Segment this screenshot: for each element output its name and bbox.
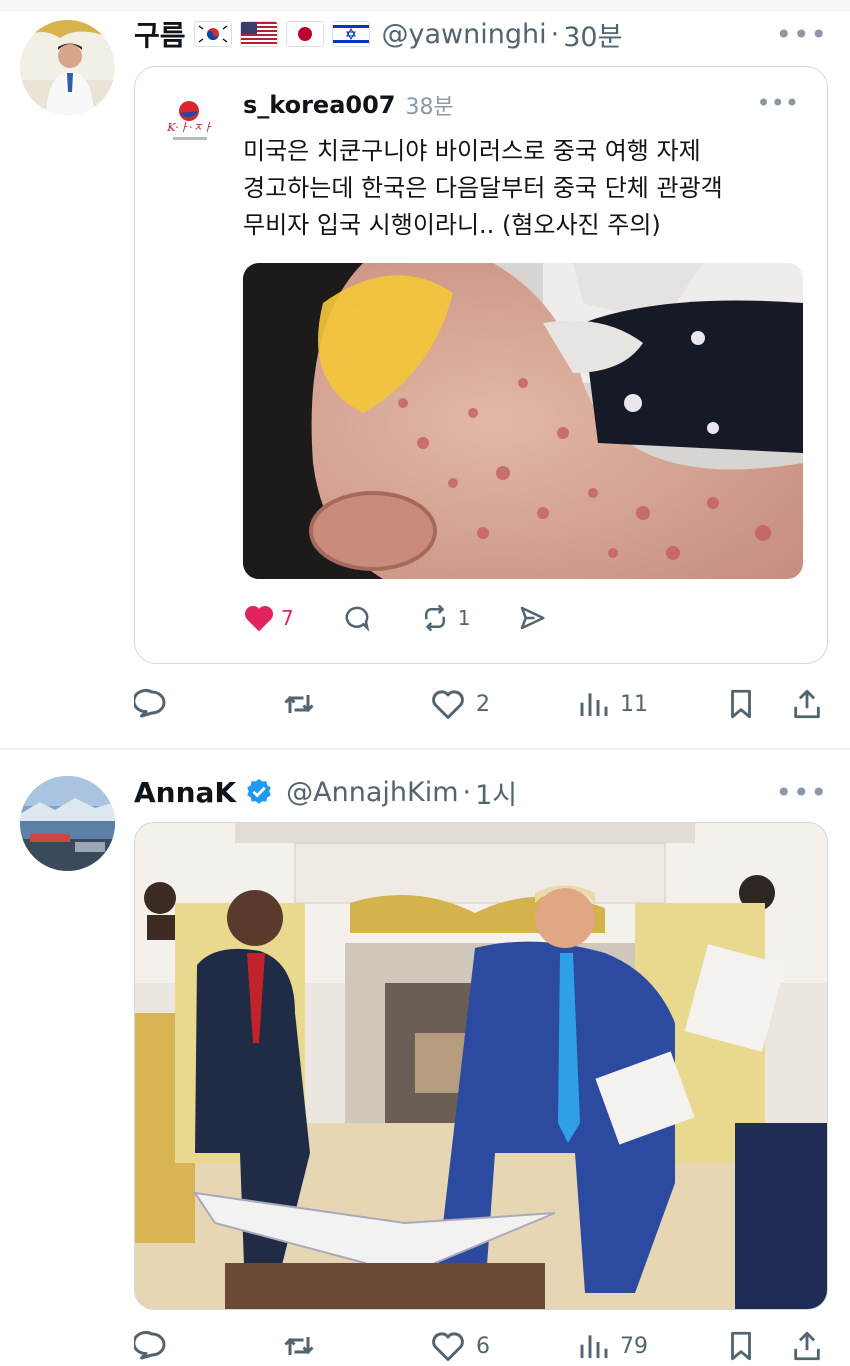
tweet-action-bar: 2 11	[134, 684, 828, 724]
retweet-button[interactable]	[280, 684, 318, 724]
author-handle[interactable]: @yawninghi	[382, 19, 547, 50]
share-upload-icon	[794, 1331, 820, 1361]
views-count: 79	[620, 1333, 648, 1359]
flag-list	[193, 21, 370, 47]
il-flag-icon	[331, 21, 370, 47]
author-name[interactable]: 구름	[134, 14, 186, 54]
author-avatar[interactable]	[20, 20, 115, 115]
author-handle[interactable]: @AnnajhKim	[286, 777, 458, 808]
verified-badge-icon	[247, 778, 271, 804]
views-button[interactable]: 79	[578, 1326, 648, 1366]
reply-button[interactable]	[134, 1326, 170, 1366]
quoted-timestamp[interactable]: 38분	[406, 89, 454, 121]
more-options-button[interactable]: •••	[775, 18, 828, 51]
share-button[interactable]	[790, 1326, 824, 1366]
retweet-icon	[424, 604, 445, 632]
quoted-text-line: 미국은 치쿤구니야 바이러스로 중국 여행 자제	[243, 137, 701, 165]
tweet-header: 구름 @yawninghi · 30분	[134, 14, 622, 54]
retweet-button[interactable]	[280, 1326, 318, 1366]
share-upload-icon	[794, 689, 820, 719]
retweet-icon	[284, 695, 314, 713]
author-avatar[interactable]	[20, 776, 115, 871]
us-flag-icon	[239, 21, 278, 47]
timestamp[interactable]: 1시	[475, 773, 517, 812]
jp-flag-icon	[285, 21, 324, 47]
quoted-author-name[interactable]: s_korea007	[243, 91, 396, 119]
like-count: 6	[476, 1333, 490, 1359]
svg-text:K·ㅏ·ㅈㅏ: K·ㅏ·ㅈㅏ	[166, 121, 213, 134]
quoted-share-button[interactable]	[516, 603, 548, 633]
quoted-reply-button[interactable]	[340, 603, 372, 633]
quoted-photo[interactable]	[243, 263, 803, 579]
tweet-1[interactable]: 구름 @yawninghi · 30분 ••• K·ㅏ·ㅈㅏ s_korea00…	[0, 0, 850, 748]
quoted-more-button[interactable]: •••	[757, 89, 799, 117]
tweet-2[interactable]: AnnaK @AnnajhKim · 1시 ••• 6 79	[0, 750, 850, 1361]
more-options-button[interactable]: •••	[775, 776, 828, 809]
tweet-header: AnnaK @AnnajhKim · 1시	[134, 772, 517, 812]
tweet-action-bar: 6 79	[134, 1326, 828, 1366]
heart-icon	[432, 690, 464, 719]
quoted-like-button[interactable]: 7	[243, 603, 294, 633]
views-bar-icon	[580, 693, 608, 716]
quoted-text-line: 무비자 입국 시행이라니.. (혐오사진 주의)	[243, 211, 661, 239]
quoted-like-count: 7	[281, 606, 294, 630]
quoted-retweet-count: 1	[457, 606, 471, 630]
bookmark-button[interactable]	[724, 684, 758, 724]
heart-icon	[432, 1332, 464, 1361]
quoted-tweet[interactable]: K·ㅏ·ㅈㅏ s_korea007 38분 ••• 미국은 치쿤구니야 바이러스…	[134, 66, 828, 664]
retweet-icon	[284, 1337, 314, 1355]
reply-icon	[134, 1331, 166, 1360]
views-button[interactable]: 11	[578, 684, 648, 724]
separator-dot: ·	[550, 18, 560, 50]
share-button[interactable]	[790, 684, 824, 724]
reply-icon	[134, 689, 166, 718]
reply-bubble-icon	[345, 606, 370, 632]
quoted-action-bar: 7 1	[243, 603, 594, 633]
quoted-text: 미국은 치쿤구니야 바이러스로 중국 여행 자제 경고하는데 한국은 다음달부터…	[243, 133, 803, 244]
bookmark-icon	[731, 1331, 751, 1361]
views-bar-icon	[580, 1335, 608, 1358]
send-icon	[521, 606, 545, 630]
quoted-retweet-button[interactable]: 1	[418, 603, 471, 633]
quoted-header: s_korea007 38분	[243, 89, 454, 121]
like-button[interactable]: 2	[430, 684, 490, 724]
separator-dot: ·	[462, 776, 472, 808]
like-button[interactable]: 6	[430, 1326, 490, 1366]
like-count: 2	[476, 691, 490, 717]
timestamp[interactable]: 30분	[563, 15, 622, 54]
bookmark-icon	[731, 689, 751, 719]
tweet-photo[interactable]	[134, 822, 828, 1310]
heart-filled-icon	[244, 605, 274, 632]
quoted-text-line: 경고하는데 한국은 다음달부터 중국 단체 관광객	[243, 174, 723, 202]
bookmark-button[interactable]	[724, 1326, 758, 1366]
kr-flag-icon	[193, 21, 232, 47]
views-count: 11	[620, 691, 648, 717]
author-name[interactable]: AnnaK	[134, 776, 236, 809]
reply-button[interactable]	[134, 684, 170, 724]
quoted-author-avatar[interactable]: K·ㅏ·ㅈㅏ	[159, 93, 221, 155]
